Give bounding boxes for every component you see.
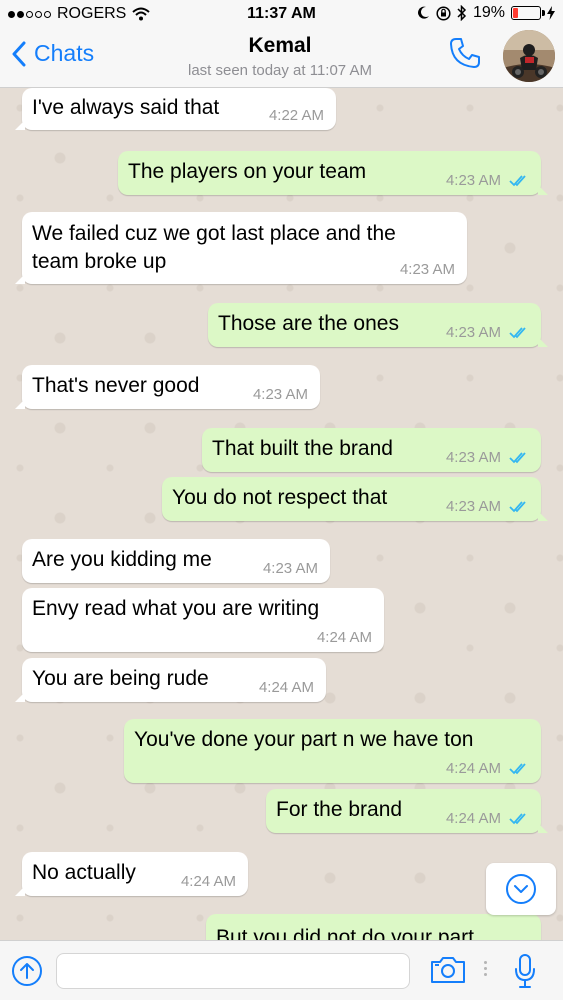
- message-time: 4:24 AM: [258, 679, 314, 696]
- message-time: 4:23 AM: [445, 172, 501, 189]
- message-text: That's never good: [32, 374, 200, 397]
- message-text: But you did not do your part: [216, 926, 474, 940]
- message-time: 4:23 AM: [399, 261, 455, 278]
- message-time: 4:23 AM: [252, 386, 308, 403]
- message-time: 4:22 AM: [268, 107, 324, 124]
- attach-button[interactable]: [11, 955, 43, 992]
- camera-button[interactable]: [430, 956, 466, 989]
- message-incoming[interactable]: I've always said that 4:22 AM: [15, 88, 336, 130]
- double-check-icon: [509, 763, 526, 775]
- divider-dots: [484, 961, 487, 976]
- message-text: We failed cuz we got last place and the: [32, 222, 396, 245]
- arrow-up-icon: [12, 956, 42, 986]
- nav-bar: Chats Kemal last seen today at 11:07 AM: [0, 30, 563, 88]
- message-incoming[interactable]: No actually 4:24 AM: [15, 852, 248, 896]
- message-time: 4:23 AM: [262, 560, 318, 577]
- message-text: You've done your part n we have ton: [134, 728, 474, 751]
- phone-icon: [450, 38, 480, 68]
- message-outgoing[interactable]: That built the brand 4:23 AM: [202, 428, 541, 472]
- battery-percentage: 19%: [472, 4, 505, 21]
- message-incoming[interactable]: That's never good 4:23 AM: [15, 365, 320, 409]
- microphone-icon: [515, 954, 535, 988]
- contact-header[interactable]: Kemal last seen today at 11:07 AM: [130, 34, 430, 79]
- message-time: 4:24 AM: [445, 810, 501, 827]
- double-check-icon: [509, 813, 526, 825]
- voice-message-button[interactable]: [514, 953, 536, 994]
- back-label: Chats: [34, 40, 95, 66]
- message-time: 4:24 AM: [445, 760, 501, 777]
- battery-icon: [511, 6, 545, 20]
- message-input[interactable]: [56, 953, 410, 989]
- message-text: That built the brand: [212, 437, 393, 460]
- contact-avatar[interactable]: [503, 30, 555, 82]
- message-incoming[interactable]: Envy read what you are writing 4:24 AM: [22, 588, 384, 652]
- message-outgoing[interactable]: For the brand 4:24 AM: [266, 789, 548, 833]
- rotation-lock-icon: [436, 5, 451, 21]
- double-check-icon: [509, 501, 526, 513]
- message-time: 4:24 AM: [180, 873, 236, 890]
- message-outgoing[interactable]: The players on your team 4:23 AM: [118, 151, 548, 195]
- status-bar: ROGERS 11:37 AM 19%: [0, 0, 563, 30]
- message-outgoing[interactable]: Those are the ones 4:23 AM: [208, 303, 548, 347]
- chevron-left-icon: [12, 41, 26, 66]
- message-incoming[interactable]: We failed cuz we got last place and the …: [15, 212, 467, 284]
- double-check-icon: [509, 175, 526, 187]
- message-text: Envy read what you are writing: [32, 597, 320, 620]
- message-time: 4:24 AM: [316, 629, 372, 646]
- message-time: 4:23 AM: [445, 498, 501, 515]
- status-right: 19%: [417, 4, 555, 22]
- message-time: 4:23 AM: [445, 324, 501, 341]
- charging-bolt-icon: [547, 6, 555, 20]
- message-outgoing[interactable]: You do not respect that 4:23 AM: [162, 477, 548, 521]
- message-text: Those are the ones: [218, 312, 399, 335]
- double-check-icon: [509, 327, 526, 339]
- camera-icon: [431, 957, 465, 983]
- double-check-icon: [509, 452, 526, 464]
- moon-icon: [417, 6, 429, 19]
- message-incoming[interactable]: You are being rude 4:24 AM: [15, 658, 326, 702]
- message-text: I've always said that: [32, 96, 220, 119]
- chevron-down-icon: [506, 874, 536, 904]
- message-time: 4:23 AM: [445, 449, 501, 466]
- message-incoming[interactable]: Are you kidding me 4:23 AM: [22, 539, 330, 583]
- contact-last-seen: last seen today at 11:07 AM: [187, 62, 372, 79]
- message-text: The players on your team: [128, 160, 367, 183]
- message-text: No actually: [32, 861, 136, 884]
- chat-messages[interactable]: I've always said that 4:22 AM The player…: [0, 88, 563, 940]
- message-text: You do not respect that: [172, 486, 388, 509]
- call-button[interactable]: [448, 36, 482, 75]
- scroll-to-bottom-button[interactable]: [486, 863, 556, 915]
- contact-name: Kemal: [248, 34, 312, 57]
- message-text: Are you kidding me: [32, 548, 212, 571]
- message-outgoing[interactable]: But you did not do your part: [206, 914, 541, 940]
- bluetooth-icon: [457, 5, 467, 21]
- message-outgoing[interactable]: You've done your part n we have ton 4:24…: [124, 719, 541, 783]
- back-button[interactable]: Chats: [12, 40, 94, 67]
- message-text: You are being rude: [32, 667, 209, 690]
- avatar-photo: [503, 30, 555, 82]
- message-text-line2: team broke up: [32, 250, 167, 273]
- message-input-bar: [0, 940, 563, 1000]
- message-text: For the brand: [276, 798, 403, 821]
